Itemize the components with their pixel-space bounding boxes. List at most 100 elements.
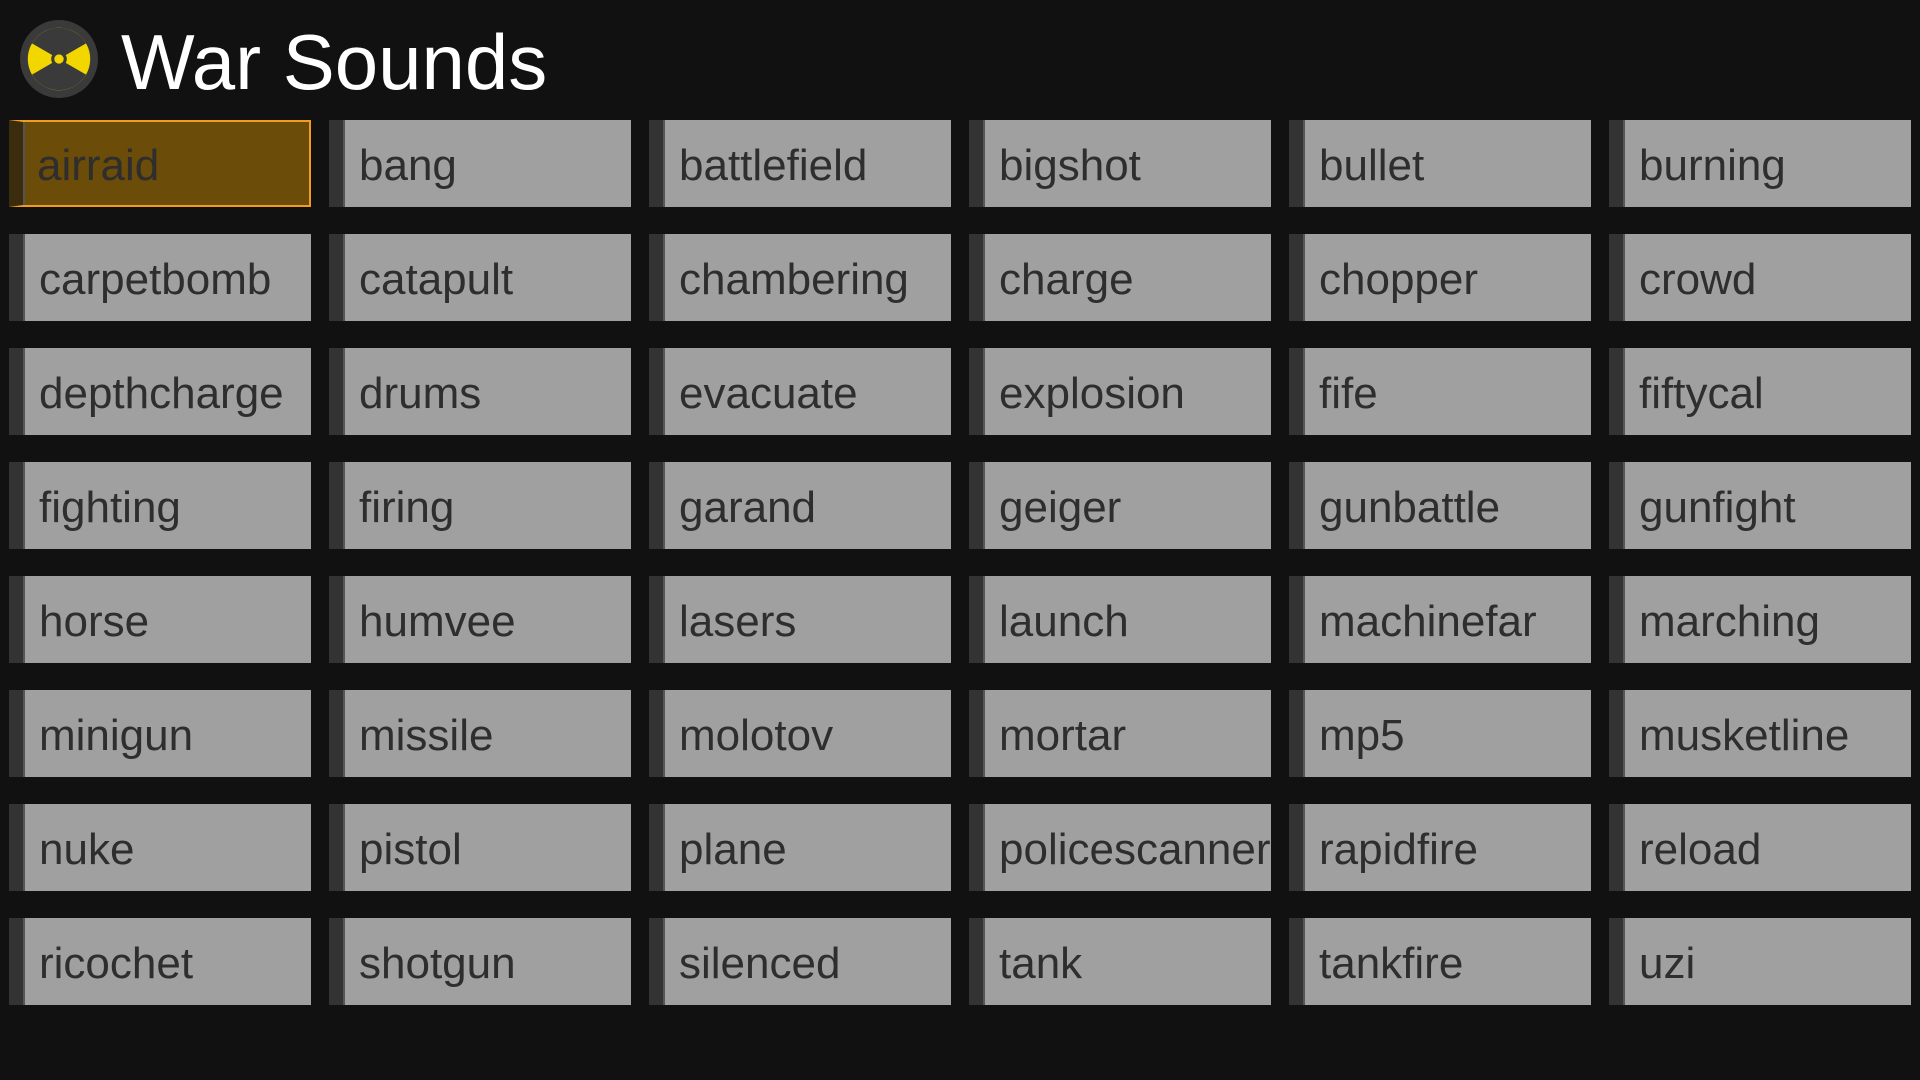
sound-label: silenced — [679, 939, 841, 988]
sound-label: catapult — [359, 255, 514, 304]
sound-label: carpetbomb — [39, 255, 272, 304]
sound-button-firing[interactable]: firing — [329, 462, 631, 549]
sound-label: policescanner — [999, 825, 1271, 874]
sound-button-fighting[interactable]: fighting — [9, 462, 311, 549]
sound-label: airraid — [37, 141, 160, 190]
sound-button-chopper[interactable]: chopper — [1289, 234, 1591, 321]
sound-label: nuke — [39, 825, 135, 874]
sound-label: burning — [1639, 141, 1786, 190]
sound-button-tank[interactable]: tank — [969, 918, 1271, 1005]
sound-label: bang — [359, 141, 457, 190]
sound-button-chambering[interactable]: chambering — [649, 234, 951, 321]
sound-label: molotov — [679, 711, 834, 760]
sound-label: missile — [359, 711, 494, 760]
sound-button-tankfire[interactable]: tankfire — [1289, 918, 1591, 1005]
sound-button-policescanner[interactable]: policescanner — [969, 804, 1271, 891]
radiation-icon — [20, 20, 98, 98]
sound-label: crowd — [1639, 255, 1757, 304]
sound-label: rapidfire — [1319, 825, 1478, 874]
sound-button-evacuate[interactable]: evacuate — [649, 348, 951, 435]
sound-button-fiftycal[interactable]: fiftycal — [1609, 348, 1911, 435]
sound-button-musketline[interactable]: musketline — [1609, 690, 1911, 777]
sound-label: musketline — [1639, 711, 1850, 760]
sound-label: firing — [359, 483, 455, 532]
sound-label: launch — [999, 597, 1129, 646]
sound-button-gunfight[interactable]: gunfight — [1609, 462, 1911, 549]
sound-button-shotgun[interactable]: shotgun — [329, 918, 631, 1005]
sound-label: depthcharge — [39, 369, 284, 418]
sound-label: drums — [359, 369, 482, 418]
sound-label: garand — [679, 483, 817, 532]
sound-label: pistol — [359, 825, 462, 874]
sound-button-lasers[interactable]: lasers — [649, 576, 951, 663]
sound-label: battlefield — [679, 141, 868, 190]
sound-label: horse — [39, 597, 150, 646]
sound-label: shotgun — [359, 939, 516, 988]
sound-button-garand[interactable]: garand — [649, 462, 951, 549]
sound-button-machinefar[interactable]: machinefar — [1289, 576, 1591, 663]
sound-button-horse[interactable]: horse — [9, 576, 311, 663]
sound-button-rapidfire[interactable]: rapidfire — [1289, 804, 1591, 891]
sound-button-bigshot[interactable]: bigshot — [969, 120, 1271, 207]
sound-button-burning[interactable]: burning — [1609, 120, 1911, 207]
sound-button-molotov[interactable]: molotov — [649, 690, 951, 777]
sound-label: chopper — [1319, 255, 1479, 304]
sound-button-bang[interactable]: bang — [329, 120, 631, 207]
sound-label: uzi — [1639, 939, 1696, 988]
sound-grid: airraid bang battlefield bigshot bullet burni… — [9, 120, 1913, 1010]
sound-label: tank — [999, 939, 1083, 988]
sound-label: mp5 — [1319, 711, 1405, 760]
sound-label: minigun — [39, 711, 194, 760]
sound-label: explosion — [999, 369, 1185, 418]
sound-button-fife[interactable]: fife — [1289, 348, 1591, 435]
sound-label: tankfire — [1319, 939, 1464, 988]
sound-label: fighting — [39, 483, 181, 532]
sound-button-plane[interactable]: plane — [649, 804, 951, 891]
sound-button-airraid[interactable]: airraid — [9, 120, 311, 207]
header: War Sounds — [0, 0, 1920, 118]
sound-button-battlefield[interactable]: battlefield — [649, 120, 951, 207]
sound-button-carpetbomb[interactable]: carpetbomb — [9, 234, 311, 321]
sound-button-missile[interactable]: missile — [329, 690, 631, 777]
sound-label: machinefar — [1319, 597, 1537, 646]
sound-label: reload — [1639, 825, 1762, 874]
sound-button-crowd[interactable]: crowd — [1609, 234, 1911, 321]
sound-button-catapult[interactable]: catapult — [329, 234, 631, 321]
sound-button-minigun[interactable]: minigun — [9, 690, 311, 777]
sound-button-mortar[interactable]: mortar — [969, 690, 1271, 777]
sound-label: lasers — [679, 597, 797, 646]
sound-button-mp5[interactable]: mp5 — [1289, 690, 1591, 777]
sound-button-charge[interactable]: charge — [969, 234, 1271, 321]
sound-button-launch[interactable]: launch — [969, 576, 1271, 663]
sound-button-pistol[interactable]: pistol — [329, 804, 631, 891]
sound-button-nuke[interactable]: nuke — [9, 804, 311, 891]
sound-label: marching — [1639, 597, 1820, 646]
sound-button-geiger[interactable]: geiger — [969, 462, 1271, 549]
sound-button-ricochet[interactable]: ricochet — [9, 918, 311, 1005]
sound-label: geiger — [999, 483, 1122, 532]
sound-label: evacuate — [679, 369, 858, 418]
sound-button-humvee[interactable]: humvee — [329, 576, 631, 663]
sound-button-explosion[interactable]: explosion — [969, 348, 1271, 435]
sound-button-bullet[interactable]: bullet — [1289, 120, 1591, 207]
sound-button-reload[interactable]: reload — [1609, 804, 1911, 891]
sound-label: fife — [1319, 369, 1378, 418]
sound-label: gunfight — [1639, 483, 1796, 532]
app-window: War Sounds airraid bang battlefield bigshot… — [0, 0, 1920, 1080]
sound-button-marching[interactable]: marching — [1609, 576, 1911, 663]
sound-label: chambering — [679, 255, 909, 304]
sound-button-silenced[interactable]: silenced — [649, 918, 951, 1005]
app-title: War Sounds — [121, 18, 548, 106]
sound-label: charge — [999, 255, 1134, 304]
sound-label: gunbattle — [1319, 483, 1501, 532]
sound-label: fiftycal — [1639, 369, 1764, 418]
sound-button-drums[interactable]: drums — [329, 348, 631, 435]
sound-label: mortar — [999, 711, 1127, 760]
sound-button-gunbattle[interactable]: gunbattle — [1289, 462, 1591, 549]
sound-label: humvee — [359, 597, 516, 646]
sound-button-uzi[interactable]: uzi — [1609, 918, 1911, 1005]
sound-label: bullet — [1319, 141, 1425, 190]
sound-label: ricochet — [39, 939, 194, 988]
sound-button-depthcharge[interactable]: depthcharge — [9, 348, 311, 435]
sound-label: plane — [679, 825, 787, 874]
